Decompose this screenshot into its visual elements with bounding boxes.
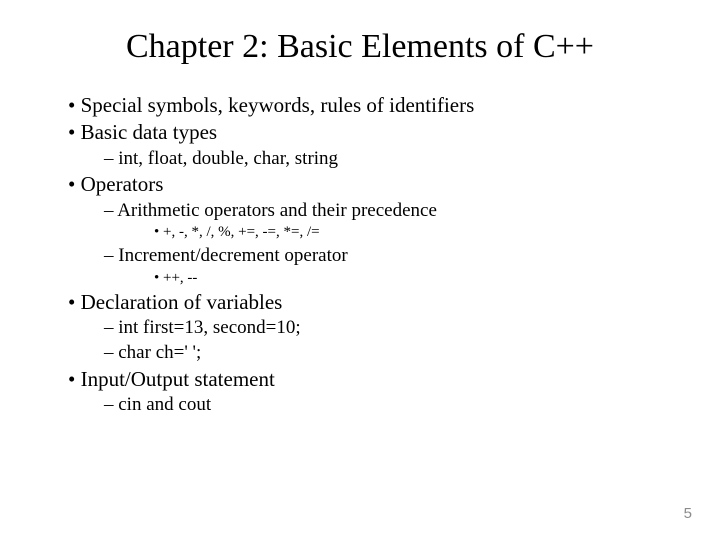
bullet-l1: Declaration of variables [68,289,670,315]
bullet-text: ++, -- [163,270,197,286]
bullet-text: Input/Output statement [81,367,275,391]
bullet-text: int first=13, second=10; [118,317,300,338]
bullet-l1: Special symbols, keywords, rules of iden… [68,92,670,118]
bullet-l2: Arithmetic operators and their precedenc… [104,199,670,223]
bullet-text: Arithmetic operators and their precedenc… [117,200,437,221]
bullet-text: +, -, *, /, %, +=, -=, *=, /= [163,224,320,240]
bullet-text: int, float, double, char, string [118,148,338,169]
bullet-text: Operators [81,172,164,196]
bullet-l1: Operators [68,171,670,197]
bullet-l2: char ch=' '; [104,341,670,365]
bullet-l3: +, -, *, /, %, +=, -=, *=, /= [154,223,670,243]
bullet-l1: Basic data types [68,119,670,145]
bullet-text: char ch=' '; [118,342,201,363]
bullet-text: Basic data types [81,120,217,144]
bullet-text: Increment/decrement operator [118,245,347,266]
bullet-l2: Increment/decrement operator [104,244,670,268]
bullet-text: cin and cout [118,394,211,415]
bullet-text: Declaration of variables [81,290,283,314]
bullet-l1: Input/Output statement [68,366,670,392]
bullet-text: Special symbols, keywords, rules of iden… [81,93,475,117]
page-number: 5 [684,505,692,522]
bullet-l2: cin and cout [104,393,670,417]
bullet-l3: ++, -- [154,269,670,289]
slide-title: Chapter 2: Basic Elements of C++ [50,28,670,66]
bullet-l2: int, float, double, char, string [104,147,670,171]
bullet-l2: int first=13, second=10; [104,316,670,340]
